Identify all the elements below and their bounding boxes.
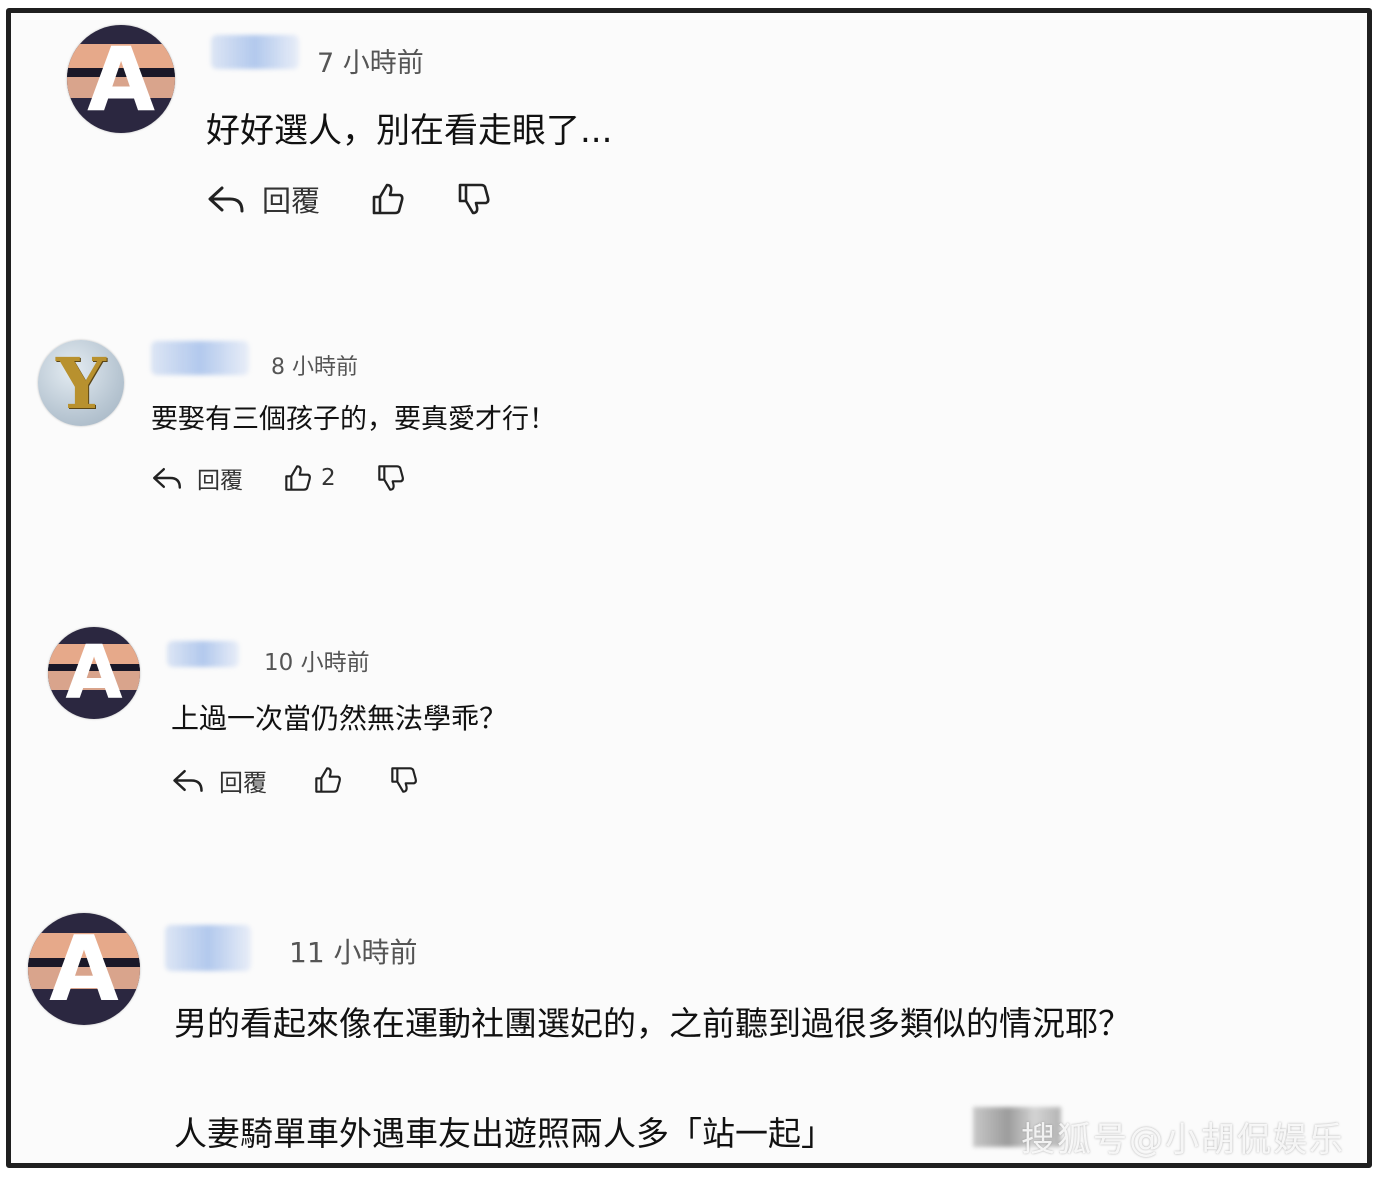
watermark: 搜狐号@小胡侃娱乐 <box>1021 1120 1345 1160</box>
username-redacted[interactable] <box>165 925 251 971</box>
comment-text-line-2: 人妻騎單車外遇車友出遊照兩人多「站一起」 <box>174 1114 834 1153</box>
comment-text: 男的看起來像在運動社團選妃的，之前聽到過很多類似的情況耶？ <box>174 1004 1131 1043</box>
comments-frame: A 7 小時前 好好選人，別在看走眼了... 回覆 Y 8 小時前 要娶有三個孩… <box>6 8 1372 1168</box>
comment-4: A 11 小時前 男的看起來像在運動社團選妃的，之前聽到過很多類似的情況耶？ 人… <box>11 13 1367 1163</box>
comment-time: 11 小時前 <box>289 936 418 969</box>
user-avatar[interactable]: A <box>28 913 140 1025</box>
avatar-letter: A <box>49 916 119 1022</box>
